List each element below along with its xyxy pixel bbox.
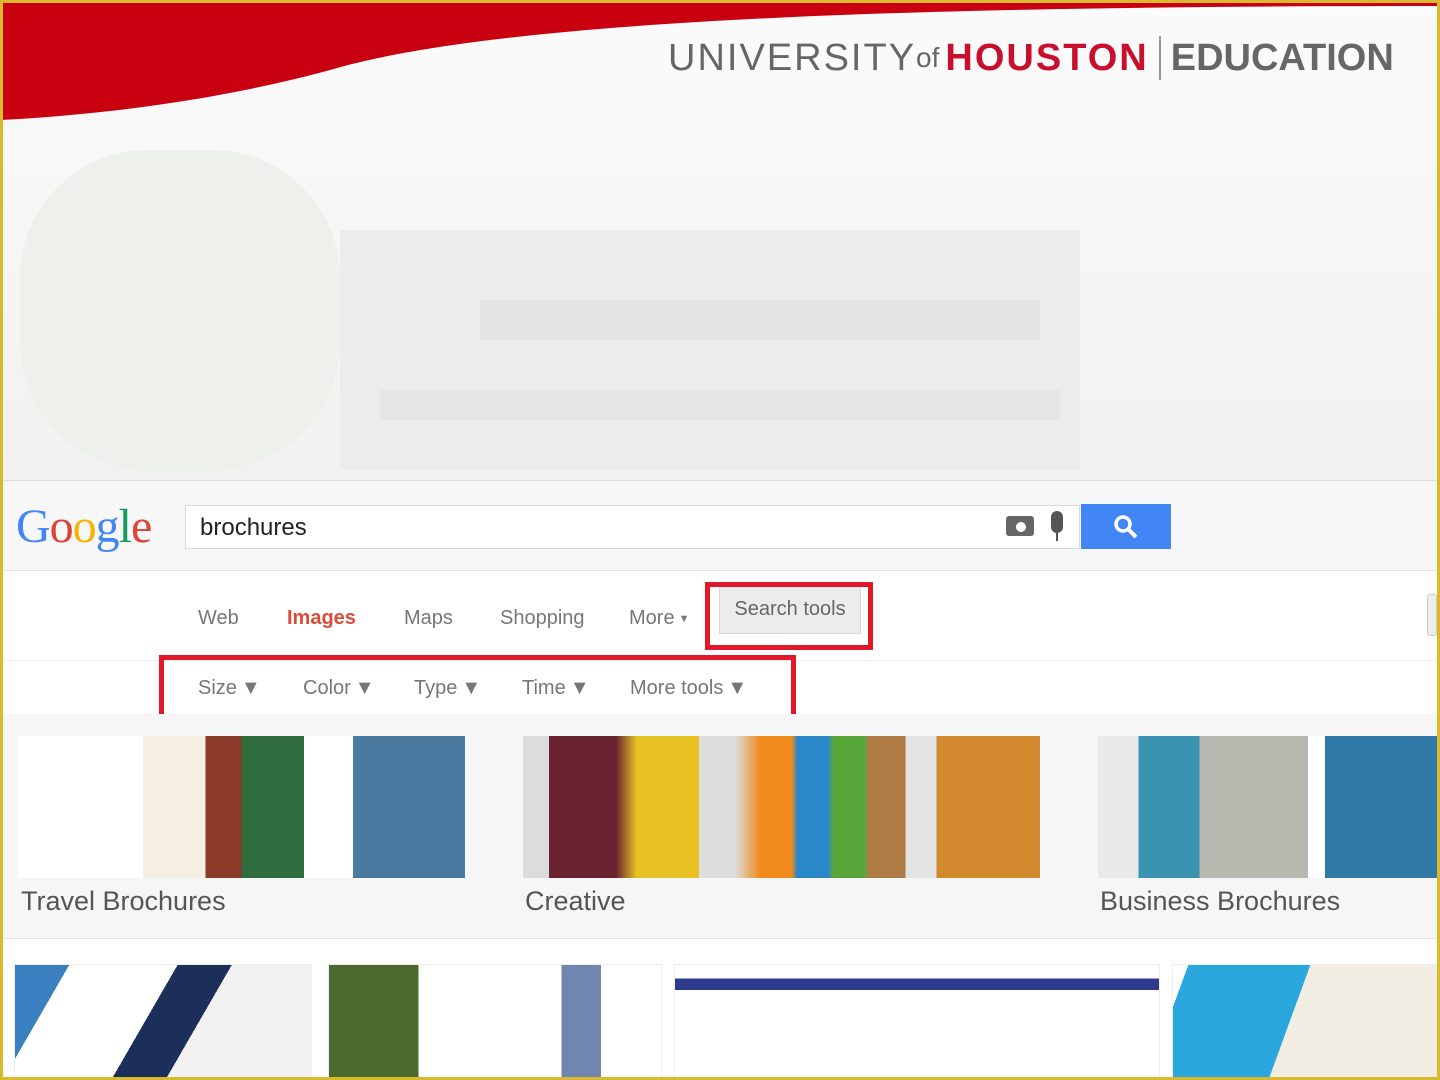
tab-more[interactable]: More ▼ — [629, 607, 689, 630]
microphone-stand — [1056, 533, 1058, 541]
search-button[interactable] — [1081, 504, 1171, 549]
search-input[interactable]: brochures — [185, 505, 1080, 549]
category-thumb-travel[interactable] — [18, 736, 465, 878]
image-results-row — [3, 965, 1437, 1078]
category-label-business[interactable]: Business Brochures — [1100, 886, 1340, 917]
settings-button-edge[interactable] — [1427, 594, 1437, 636]
image-result[interactable] — [15, 965, 311, 1078]
tab-shopping[interactable]: Shopping — [500, 607, 585, 630]
category-label-travel[interactable]: Travel Brochures — [21, 886, 226, 917]
google-logo[interactable]: Google — [16, 499, 152, 554]
category-label-creative[interactable]: Creative — [525, 886, 626, 917]
tab-images[interactable]: Images — [287, 607, 356, 630]
microphone-icon[interactable] — [1051, 511, 1063, 533]
category-thumb-creative[interactable] — [523, 736, 1040, 878]
image-result[interactable] — [329, 965, 661, 1078]
tab-more-label: More — [629, 607, 675, 629]
logo-houston: HOUSTON — [945, 36, 1149, 79]
tab-web[interactable]: Web — [198, 607, 239, 630]
logo-of: of — [916, 42, 940, 73]
highlight-search-tools — [705, 582, 873, 650]
logo-divider — [1158, 36, 1161, 80]
logo-college: EDUCATION — [1170, 36, 1394, 79]
image-result[interactable] — [675, 965, 1159, 1078]
category-thumb-business[interactable] — [1098, 736, 1437, 878]
university-logo: UNIVERSITY of HOUSTON EDUCATION — [668, 36, 1394, 80]
highlight-tools-bar — [159, 655, 796, 723]
related-categories: Travel Brochures Creative Business Broch… — [3, 714, 1437, 939]
google-images-screenshot: Google brochures Web Images Maps Shoppin… — [3, 480, 1437, 1078]
logo-university: UNIVERSITY — [668, 36, 917, 79]
camera-icon[interactable] — [1006, 516, 1034, 536]
image-result[interactable] — [1173, 965, 1437, 1078]
caret-down-icon: ▼ — [678, 612, 690, 625]
tab-maps[interactable]: Maps — [404, 607, 453, 630]
search-header: Google brochures — [3, 481, 1437, 571]
search-icon — [1114, 514, 1138, 538]
